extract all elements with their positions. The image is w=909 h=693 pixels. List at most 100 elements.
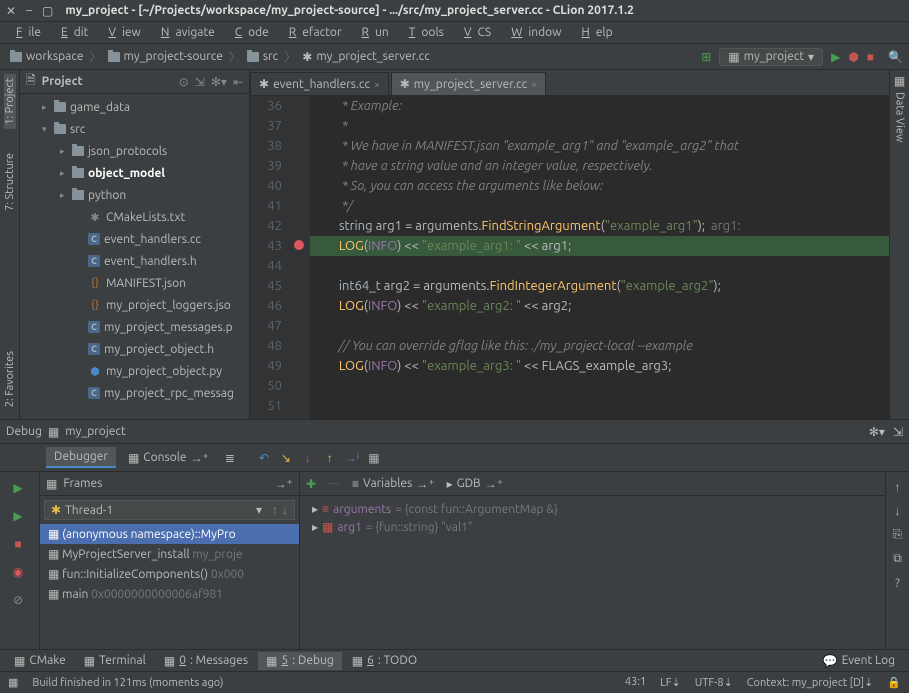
tree-item[interactable]: {}MANIFEST.json bbox=[20, 272, 249, 294]
breadcrumb-0[interactable]: workspace bbox=[6, 50, 88, 63]
debugger-tab[interactable]: Debugger bbox=[46, 447, 116, 468]
vars-copy-icon[interactable]: ⎘ bbox=[889, 526, 907, 544]
tree-item[interactable]: ▸json_protocols bbox=[20, 140, 249, 162]
stack-frame[interactable]: ▦ (anonymous namespace)::MyPro bbox=[40, 524, 299, 544]
menu-help[interactable]: Help bbox=[569, 24, 618, 41]
variable-row[interactable]: ▸≡ arguments = {const fun::ArgumentMap &… bbox=[304, 500, 881, 518]
line-separator[interactable]: LF⇣ bbox=[660, 676, 681, 689]
tree-item[interactable]: ▸game_data bbox=[20, 96, 249, 118]
tree-item[interactable]: Cevent_handlers.cc bbox=[20, 228, 249, 250]
code-content[interactable]: * Example: * * We have in MANIFEST.json … bbox=[310, 96, 889, 419]
frames-list[interactable]: ▦ (anonymous namespace)::MyPro▦ MyProjec… bbox=[40, 524, 299, 604]
menu-tools[interactable]: Tools bbox=[397, 24, 450, 41]
menu-edit[interactable]: Edit bbox=[49, 24, 94, 41]
editor-tab[interactable]: ✱my_project_server.cc× bbox=[391, 72, 546, 95]
code-editor[interactable]: 36373839404142434445464748495051 * Examp… bbox=[250, 96, 889, 419]
breadcrumb-2[interactable]: src bbox=[243, 50, 282, 63]
event-log-tab[interactable]: 💬 Event Log bbox=[815, 652, 903, 670]
tree-item[interactable]: ✱CMakeLists.txt bbox=[20, 206, 249, 228]
vars-down-icon[interactable]: ↓ bbox=[889, 502, 907, 520]
stack-frame[interactable]: ▦ fun::InitializeComponents() 0x000 bbox=[40, 564, 299, 584]
bottom-tab-messages[interactable]: ▦ 0: Messages bbox=[156, 652, 256, 670]
tree-item[interactable]: Cmy_project_rpc_messag bbox=[20, 382, 249, 404]
menu-vcs[interactable]: VCS bbox=[452, 24, 497, 41]
hide-panel-icon[interactable]: ⇤ bbox=[233, 75, 243, 89]
window-maximize-icon[interactable]: ▢ bbox=[42, 4, 53, 18]
context-indicator[interactable]: Context: my_project [D]⇣ bbox=[747, 676, 874, 689]
vars-up-icon[interactable]: ↑ bbox=[889, 478, 907, 496]
thread-selector[interactable]: ✱ Thread-1 ▾ ↑ ↓ bbox=[44, 500, 295, 520]
run-configuration-selector[interactable]: ▦ my_project ▾ bbox=[719, 48, 823, 66]
tree-item[interactable]: ⬢my_project_object.py bbox=[20, 360, 249, 382]
grid-icon[interactable]: ⊞ bbox=[701, 50, 711, 64]
tree-item[interactable]: {}my_project_loggers.jso bbox=[20, 294, 249, 316]
vars-dup-icon[interactable]: ⧉ bbox=[889, 550, 907, 568]
run-button[interactable]: ▶ bbox=[831, 50, 840, 64]
bottom-tab-todo[interactable]: ▦ 6: TODO bbox=[344, 652, 425, 670]
menu-navigate[interactable]: Navigate bbox=[149, 24, 221, 41]
breadcrumb-3[interactable]: ✱my_project_server.cc bbox=[298, 50, 434, 64]
menu-refactor[interactable]: Refactor bbox=[277, 24, 348, 41]
debug-hide-icon[interactable]: ⇲ bbox=[893, 425, 903, 439]
project-tool-tab[interactable]: 1: Project bbox=[4, 74, 16, 129]
vars-help-icon[interactable]: ? bbox=[889, 574, 907, 592]
breakpoint-icon[interactable] bbox=[294, 240, 304, 250]
stop-debug-icon[interactable]: ■ bbox=[4, 532, 32, 556]
bottom-tab-debug[interactable]: ▦ 5: Debug bbox=[258, 652, 342, 670]
step-out-icon[interactable]: ↑ bbox=[321, 449, 339, 467]
frame-down-icon[interactable]: ↓ bbox=[282, 503, 288, 517]
window-minimize-icon[interactable]: – bbox=[26, 4, 32, 18]
search-everywhere-icon[interactable]: 🔍 bbox=[888, 50, 903, 64]
variable-row[interactable]: ▸▦ arg1 = {fun::string} "val1" bbox=[304, 518, 881, 536]
close-tab-icon[interactable]: × bbox=[374, 79, 380, 90]
collapse-icon[interactable]: ⇲ bbox=[195, 75, 205, 89]
file-encoding[interactable]: UTF-8⇣ bbox=[695, 676, 733, 689]
tree-item[interactable]: Cevent_handlers.h bbox=[20, 250, 249, 272]
rerun-icon[interactable]: ▶ bbox=[4, 476, 32, 500]
tree-item[interactable]: ▸object_model bbox=[20, 162, 249, 184]
tree-item[interactable]: ▸python bbox=[20, 184, 249, 206]
debug-button[interactable]: ⬢ bbox=[848, 50, 858, 64]
evaluate-icon[interactable]: ▦ bbox=[365, 449, 383, 467]
db-icon[interactable]: ▦ bbox=[894, 74, 905, 88]
menu-file[interactable]: File bbox=[4, 24, 47, 41]
locate-icon[interactable]: ⊙ bbox=[179, 75, 189, 89]
step-into-icon[interactable]: ↓ bbox=[299, 449, 317, 467]
structure-tool-tab[interactable]: 7: Structure bbox=[4, 149, 16, 215]
settings-icon[interactable]: ✻▾ bbox=[211, 75, 227, 89]
tree-item[interactable]: ▾src bbox=[20, 118, 249, 140]
close-tab-icon[interactable]: × bbox=[531, 79, 537, 90]
caret-position[interactable]: 43:1 bbox=[625, 676, 646, 689]
step-return-icon[interactable]: ↶ bbox=[255, 449, 273, 467]
bottom-tab-cmake[interactable]: ▦ CMake bbox=[6, 652, 74, 670]
mute-breakpoints-icon[interactable]: ⊘ bbox=[4, 588, 32, 612]
stack-frame[interactable]: ▦ main 0x0000000000006af981 bbox=[40, 584, 299, 604]
lock-icon[interactable]: 🔒 bbox=[887, 676, 901, 689]
menu-view[interactable]: View bbox=[96, 24, 146, 41]
resume-icon[interactable]: ▶ bbox=[4, 504, 32, 528]
debug-settings-icon[interactable]: ✻▾ bbox=[869, 425, 885, 439]
bottom-tab-terminal[interactable]: ▦ Terminal bbox=[76, 652, 154, 670]
variables-list[interactable]: ▸≡ arguments = {const fun::ArgumentMap &… bbox=[300, 496, 885, 540]
breadcrumb-1[interactable]: my_project-source bbox=[104, 50, 227, 63]
data-view-tool-tab[interactable]: Data View bbox=[894, 88, 906, 147]
favorites-tool-tab[interactable]: 2: Favorites bbox=[4, 347, 16, 411]
menu-window[interactable]: Window bbox=[499, 24, 567, 41]
frame-up-icon[interactable]: ↑ bbox=[272, 503, 278, 517]
project-tree[interactable]: ▸game_data▾src▸json_protocols▸object_mod… bbox=[20, 94, 249, 419]
stop-button[interactable]: ■ bbox=[867, 50, 874, 64]
tree-item[interactable]: Cmy_project_object.h bbox=[20, 338, 249, 360]
breakpoint-gutter[interactable] bbox=[290, 96, 310, 419]
stack-frame[interactable]: ▦ MyProjectServer_install my_proje bbox=[40, 544, 299, 564]
run-to-cursor-icon[interactable]: →ᶤ bbox=[343, 449, 361, 467]
step-over-icon[interactable]: ↘ bbox=[277, 449, 295, 467]
tree-item[interactable]: Cmy_project_messages.p bbox=[20, 316, 249, 338]
console-tab[interactable]: ▦Console→⁺ bbox=[120, 448, 217, 468]
menu-code[interactable]: Code bbox=[223, 24, 275, 41]
menu-run[interactable]: Run bbox=[350, 24, 395, 41]
view-breakpoints-icon[interactable]: ◉ bbox=[4, 560, 32, 584]
threads-icon[interactable]: ≣ bbox=[221, 449, 239, 467]
editor-tab[interactable]: ✱event_handlers.cc× bbox=[250, 72, 389, 95]
add-watch-icon[interactable]: ✚ bbox=[306, 477, 316, 491]
window-close-icon[interactable]: ✕ bbox=[6, 4, 16, 18]
